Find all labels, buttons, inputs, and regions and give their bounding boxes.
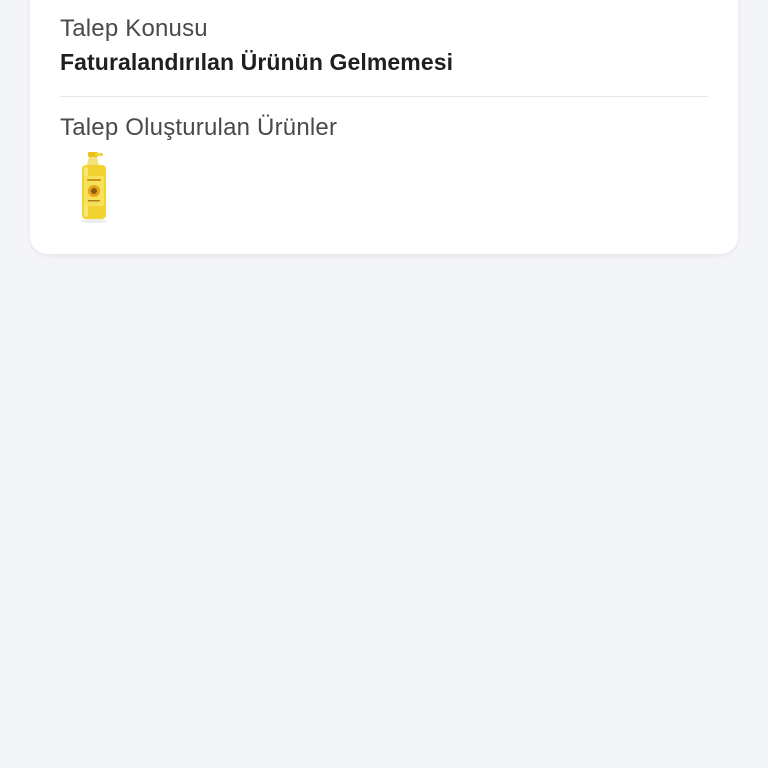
request-detail-page: Talep Konusu Faturalandırılan Ürünün Gel… [0,0,768,768]
oil-bottle-icon [81,152,107,223]
request-subject-label: Talep Konusu [60,15,208,42]
product-thumbnail[interactable] [76,152,112,224]
divider [60,96,708,97]
request-products-label: Talep Oluşturulan Ürünler [60,114,338,141]
request-detail-card: Talep Konusu Faturalandırılan Ürünün Gel… [30,0,738,254]
request-subject-value: Faturalandırılan Ürünün Gelmemesi [60,49,454,75]
